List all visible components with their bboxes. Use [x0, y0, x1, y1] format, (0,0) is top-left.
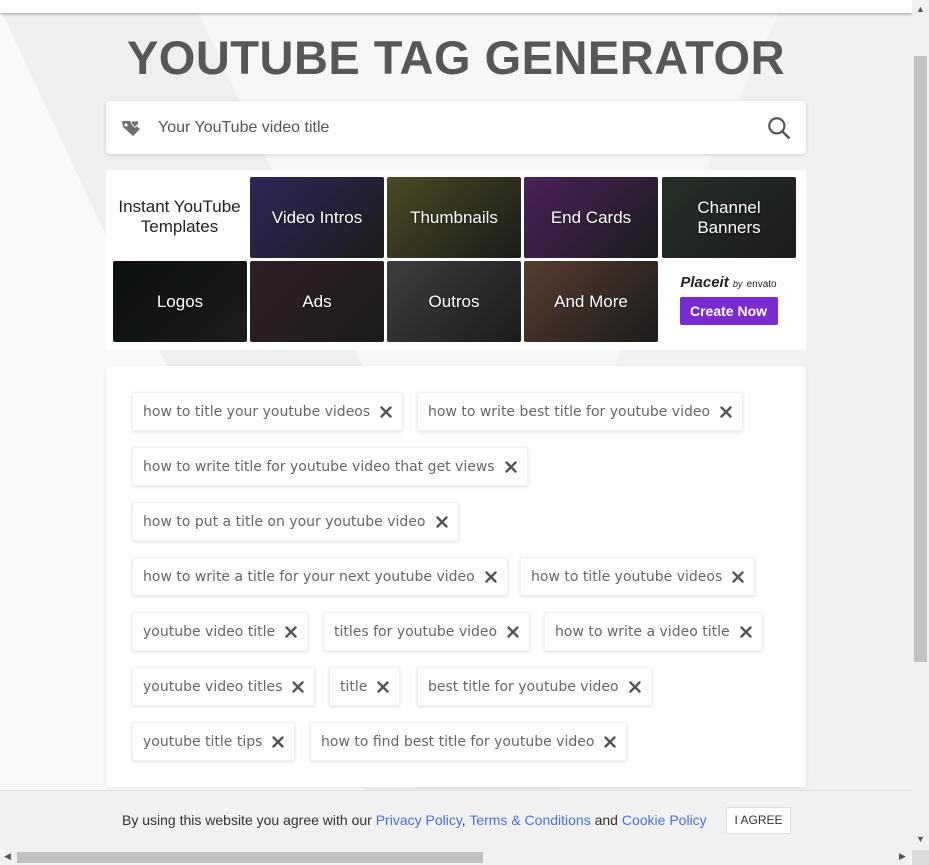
cookie-message: By using this website you agree with our…	[122, 812, 707, 828]
remove-tag-icon[interactable]	[380, 405, 392, 418]
vertical-scrollbar[interactable]: ▲ ▼	[912, 0, 929, 850]
terms-link[interactable]: Terms & Conditions	[469, 812, 590, 828]
cookie-policy-link[interactable]: Cookie Policy	[622, 812, 707, 828]
tag-label: titles for youtube video	[334, 623, 498, 640]
search-icon[interactable]	[766, 115, 792, 141]
cookie-text: By using this website you agree with our	[122, 812, 376, 828]
tag-label: best title for youtube video	[428, 678, 619, 695]
tile-and-more[interactable]: And More	[524, 261, 658, 342]
tile-outros[interactable]: Outros	[387, 261, 521, 342]
remove-tag-icon[interactable]	[292, 680, 305, 693]
cookie-separator: ,	[461, 812, 466, 828]
envato-logo: envato	[746, 279, 777, 290]
tag-label: how to write best title for youtube vide…	[428, 403, 711, 420]
tag-label: title	[340, 678, 368, 695]
vertical-scroll-thumb[interactable]	[914, 56, 927, 662]
placeit-promo: Placeit by envato Create Now	[662, 262, 795, 342]
tag-chip: how to write title for youtube video tha…	[132, 447, 528, 486]
tag-label: how to title youtube videos	[531, 568, 723, 585]
tag-chip: how to put a title on your youtube video	[132, 502, 459, 541]
scroll-right-arrow-icon[interactable]: ▶	[899, 851, 906, 862]
tile-video-intros[interactable]: Video Intros	[250, 177, 384, 258]
tag-label: how to find best title for youtube video	[321, 733, 595, 750]
tile-thumbnails[interactable]: Thumbnails	[387, 177, 521, 258]
scroll-left-arrow-icon[interactable]: ◀	[4, 851, 11, 862]
placeit-by: by	[732, 279, 743, 289]
remove-tag-icon[interactable]	[504, 460, 517, 473]
tile-label: Thumbnails	[410, 207, 498, 227]
tag-chip: how to write best title for youtube vide…	[417, 392, 744, 431]
tag-chip: title	[329, 667, 401, 706]
tag-chip: how to write a title for your next youtu…	[132, 557, 508, 596]
tile-label: And More	[554, 291, 628, 311]
tag-label: how to title your youtube videos	[143, 403, 371, 420]
remove-tag-icon[interactable]	[604, 735, 617, 748]
tag-chip: youtube video titles	[132, 667, 316, 706]
top-bar	[0, 0, 912, 13]
tag-label: youtube video title	[143, 623, 276, 640]
cookie-banner: By using this website you agree with our…	[0, 790, 912, 850]
page-title: YOUTUBE TAG GENERATOR	[126, 31, 786, 84]
remove-tag-icon[interactable]	[285, 625, 297, 638]
search-input[interactable]	[158, 113, 758, 143]
search-bar	[106, 101, 806, 154]
agree-button[interactable]: I AGREE	[726, 807, 791, 834]
tag-heart-icon	[122, 120, 140, 136]
remove-tag-icon[interactable]	[485, 570, 497, 583]
remove-tag-icon[interactable]	[628, 680, 641, 693]
tag-chip: titles for youtube video	[323, 612, 531, 651]
tag-label: youtube video titles	[143, 678, 283, 695]
tag-chip: youtube title tips	[132, 722, 296, 761]
tag-chip: youtube video title	[132, 612, 309, 651]
scrollbar-corner	[912, 850, 929, 865]
placeit-brand: Placeit	[680, 274, 729, 291]
tag-label: how to write title for youtube video tha…	[143, 458, 495, 475]
scroll-up-arrow-icon[interactable]: ▲	[916, 4, 925, 14]
tile-channel-banners[interactable]: Channel Banners	[662, 177, 796, 258]
tag-chip: how to find best title for youtube video	[310, 722, 628, 761]
privacy-policy-link[interactable]: Privacy Policy	[376, 812, 462, 828]
youtube-templates-panel: Instant YouTube Templates Video Intros T…	[106, 170, 806, 350]
scroll-down-arrow-icon[interactable]: ▼	[916, 834, 925, 844]
tag-chip: how to write a video title	[544, 612, 763, 651]
tag-label: how to write a video title	[555, 623, 730, 640]
tile-logos[interactable]: Logos	[113, 261, 247, 342]
placeit-logo: Placeit by envato	[662, 274, 795, 291]
tag-chip: how to title your youtube videos	[132, 392, 404, 431]
tag-label: how to write a title for your next youtu…	[143, 568, 475, 585]
tile-label: Video Intros	[271, 207, 363, 227]
remove-tag-icon[interactable]	[739, 625, 752, 638]
remove-tag-icon[interactable]	[435, 515, 448, 528]
tag-chip: how to title youtube videos	[520, 557, 756, 596]
tile-end-cards[interactable]: End Cards	[524, 177, 658, 258]
create-now-button[interactable]: Create Now	[679, 297, 778, 325]
remove-tag-icon[interactable]	[732, 570, 744, 583]
tags-container: how to title your youtube videos how to …	[106, 366, 806, 787]
remove-tag-icon[interactable]	[720, 405, 732, 418]
tile-label: Channel Banners	[697, 197, 761, 237]
tile-label: Outros	[428, 291, 480, 311]
remove-tag-icon[interactable]	[272, 735, 285, 748]
tag-label: how to put a title on your youtube video	[143, 513, 426, 530]
tag-label: youtube title tips	[143, 733, 263, 750]
remove-tag-icon[interactable]	[507, 625, 519, 638]
horizontal-scroll-thumb[interactable]	[17, 852, 483, 863]
cookie-and: and	[590, 812, 622, 828]
horizontal-scrollbar[interactable]: ◀ ▶	[0, 850, 912, 865]
tile-ads[interactable]: Ads	[250, 261, 384, 342]
tag-chip: best title for youtube video	[417, 667, 652, 706]
tile-label: Ads	[302, 291, 332, 311]
remove-tag-icon[interactable]	[377, 680, 390, 693]
templates-intro: Instant YouTube Templates	[118, 197, 241, 236]
tile-label: End Cards	[550, 207, 632, 227]
tile-label: Logos	[156, 291, 204, 311]
